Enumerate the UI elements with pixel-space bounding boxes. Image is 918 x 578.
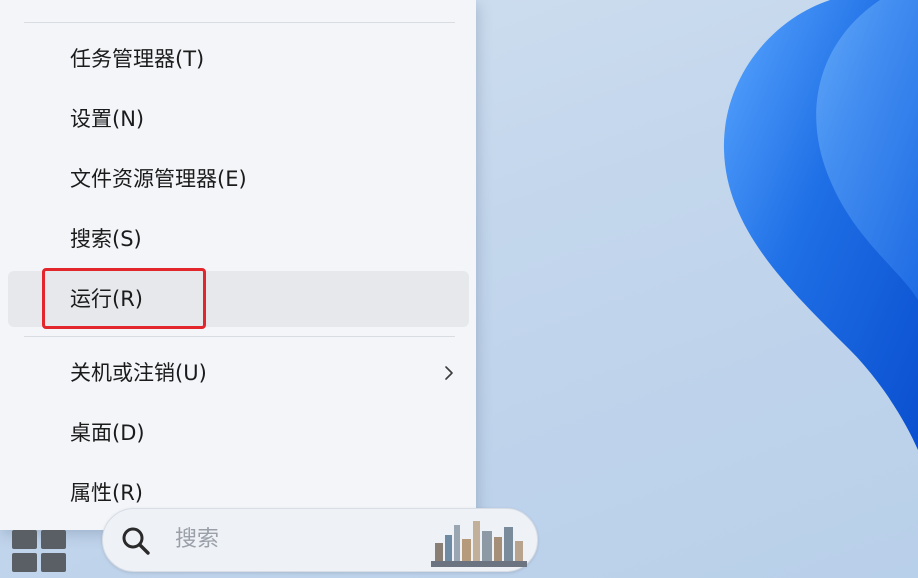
menu-item-run[interactable]: 运行(R) — [8, 271, 469, 327]
chevron-right-icon — [445, 366, 453, 380]
menu-divider-top — [24, 22, 455, 23]
menu-item-label: 运行(R) — [70, 287, 143, 311]
start-button[interactable] — [0, 518, 92, 578]
search-placeholder: 搜索 — [175, 527, 220, 552]
menu-item-label: 搜索(S) — [70, 227, 142, 251]
menu-divider-middle — [24, 336, 455, 337]
menu-item-settings[interactable]: 设置(N) — [8, 91, 469, 147]
menu-item-search[interactable]: 搜索(S) — [8, 211, 469, 267]
menu-item-label: 桌面(D) — [70, 421, 145, 445]
desktop: 任务管理器(T) 设置(N) 文件资源管理器(E) 搜索(S) 运行(R) 关机… — [0, 0, 918, 578]
menu-item-file-explorer[interactable]: 文件资源管理器(E) — [8, 151, 469, 207]
menu-item-shutdown-signout[interactable]: 关机或注销(U) — [8, 345, 469, 401]
taskbar-search-box[interactable]: 搜索 — [102, 508, 538, 572]
windows-start-icon — [12, 530, 66, 572]
menu-item-label: 任务管理器(T) — [70, 47, 205, 71]
menu-item-desktop[interactable]: 桌面(D) — [8, 405, 469, 461]
menu-item-label: 设置(N) — [70, 107, 145, 131]
menu-item-label: 文件资源管理器(E) — [70, 167, 247, 191]
context-menu: 任务管理器(T) 设置(N) 文件资源管理器(E) 搜索(S) 运行(R) 关机… — [0, 0, 476, 530]
menu-item-label: 关机或注销(U) — [70, 361, 207, 385]
city-skyline-icon — [431, 521, 527, 567]
menu-item-task-manager[interactable]: 任务管理器(T) — [8, 31, 469, 87]
search-icon — [122, 527, 150, 555]
